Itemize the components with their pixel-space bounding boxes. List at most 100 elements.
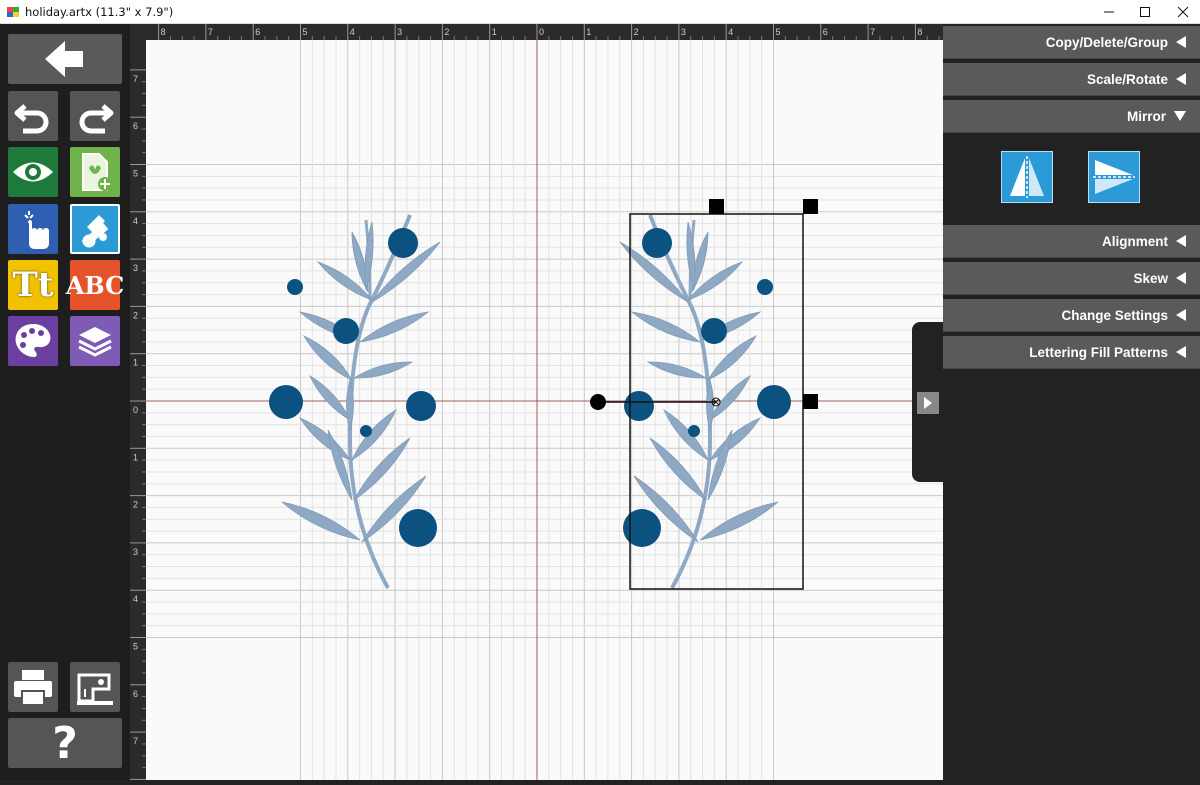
undo-button[interactable] xyxy=(8,91,58,141)
right-panel: Copy/Delete/Group Scale/Rotate Mirror Al… xyxy=(943,24,1200,780)
view-icon xyxy=(13,162,53,182)
ruler-top-label: 8 xyxy=(917,27,922,37)
section-skew[interactable]: Skew xyxy=(943,262,1200,295)
section-alignment[interactable]: Alignment xyxy=(943,225,1200,258)
section-label: Change Settings xyxy=(1061,307,1168,323)
section-copy-delete-group[interactable]: Copy/Delete/Group xyxy=(943,26,1200,59)
resize-handle-top-right[interactable] xyxy=(803,199,818,214)
berry xyxy=(623,509,661,547)
section-label: Skew xyxy=(1133,270,1168,286)
section-mirror[interactable]: Mirror xyxy=(943,100,1200,133)
ruler-left: 7654321012345678 xyxy=(130,24,146,785)
collapsed-arrow-icon xyxy=(1176,36,1186,48)
ruler-left-label: 3 xyxy=(133,547,138,557)
mirror-horizontal-icon xyxy=(1010,156,1044,198)
ruler-top-label: 7 xyxy=(208,27,213,37)
edit-tools-icon xyxy=(81,215,109,248)
ruler-top-label: 0 xyxy=(539,27,544,37)
new-design-icon xyxy=(82,153,112,191)
ruler-left-label: 2 xyxy=(133,310,138,320)
mirror-vertical-button[interactable] xyxy=(1088,151,1140,203)
berry xyxy=(624,391,654,421)
resize-handle-top[interactable] xyxy=(709,199,724,214)
section-label: Alignment xyxy=(1102,233,1168,249)
help-button[interactable]: ? xyxy=(8,717,122,769)
collapsed-arrow-icon xyxy=(1176,272,1186,284)
monogram-button[interactable]: ABC xyxy=(66,260,124,310)
design-canvas[interactable] xyxy=(146,40,943,780)
ruler-left-label: 7 xyxy=(133,736,138,746)
ruler-top-label: 3 xyxy=(681,27,686,37)
color-palette-button[interactable] xyxy=(8,316,58,366)
ruler-left-label: 1 xyxy=(133,452,138,462)
print-button[interactable] xyxy=(8,662,58,712)
berry xyxy=(360,425,372,437)
back-icon xyxy=(45,41,83,77)
print-icon xyxy=(14,670,52,706)
app-icon xyxy=(6,5,20,19)
view-button[interactable] xyxy=(8,147,58,197)
berry xyxy=(642,228,672,258)
ruler-top-ticks: 8 7 6 5 4 3 2 1 0 1 2 3 4 5 6 7 8 xyxy=(158,24,952,40)
select-icon xyxy=(24,211,49,249)
mirror-horizontal-button[interactable] xyxy=(1001,151,1053,203)
berry xyxy=(269,385,303,419)
berry xyxy=(287,279,303,295)
section-label: Scale/Rotate xyxy=(1086,71,1168,87)
text-button[interactable]: Tt xyxy=(8,260,58,310)
ruler-top-label: 2 xyxy=(444,27,449,37)
new-design-button[interactable] xyxy=(70,147,120,197)
ruler-left-label: 5 xyxy=(133,642,138,652)
help-icon: ? xyxy=(52,717,78,769)
expand-panel-button[interactable] xyxy=(917,392,939,414)
undo-icon xyxy=(14,104,49,134)
berry xyxy=(688,425,700,437)
title-bar: holiday.artx (11.3" x 7.9") xyxy=(0,0,1200,24)
layers-button[interactable] xyxy=(70,316,120,366)
left-toolbar: Tt ABC ? xyxy=(0,24,130,780)
berry xyxy=(757,279,773,295)
window-title: holiday.artx (11.3" x 7.9") xyxy=(25,5,174,19)
panel-collapse-tab xyxy=(912,322,943,482)
redo-button[interactable] xyxy=(70,91,120,141)
ruler-top-label: 1 xyxy=(492,27,497,37)
ruler-left-label: 3 xyxy=(133,263,138,273)
expanded-arrow-icon xyxy=(1174,111,1186,121)
ruler-top-label: 2 xyxy=(634,27,639,37)
edit-tools-button[interactable] xyxy=(70,204,120,254)
ruler-top-label: 1 xyxy=(586,27,591,37)
select-button[interactable] xyxy=(8,204,58,254)
back-button[interactable] xyxy=(8,34,122,84)
ruler-left-label: 1 xyxy=(133,358,138,368)
ruler-top-label: 5 xyxy=(303,27,308,37)
berry xyxy=(399,509,437,547)
ruler-left-ticks: 7654321012345678 xyxy=(130,69,146,785)
close-button[interactable] xyxy=(1160,0,1200,24)
sew-icon xyxy=(77,673,113,705)
section-label: Copy/Delete/Group xyxy=(1045,34,1168,50)
play-icon xyxy=(924,397,932,409)
ruler-left-label: 6 xyxy=(133,121,138,131)
canvas-grid xyxy=(146,40,943,780)
close-icon xyxy=(1177,6,1189,18)
section-scale-rotate[interactable]: Scale/Rotate xyxy=(943,63,1200,96)
maximize-icon xyxy=(1140,7,1150,17)
ruler-left-label: 0 xyxy=(133,405,138,415)
text-icon: Tt xyxy=(12,265,54,305)
ruler-top: 8 7 6 5 4 3 2 1 0 1 2 3 4 5 6 7 8 xyxy=(130,24,952,40)
rotate-handle[interactable] xyxy=(590,394,606,410)
layers-icon xyxy=(78,327,112,357)
ruler-left-label: 6 xyxy=(133,689,138,699)
color-palette-icon xyxy=(15,324,51,357)
section-lettering-fill-patterns[interactable]: Lettering Fill Patterns xyxy=(943,336,1200,369)
ruler-top-label: 8 xyxy=(161,27,166,37)
ruler-top-label: 4 xyxy=(350,27,355,37)
sew-button[interactable] xyxy=(70,662,120,712)
ruler-top-label: 6 xyxy=(823,27,828,37)
section-change-settings[interactable]: Change Settings xyxy=(943,299,1200,332)
ruler-top-label: 7 xyxy=(870,27,875,37)
ruler-top-label: 6 xyxy=(255,27,260,37)
resize-handle-right[interactable] xyxy=(803,394,818,409)
ruler-left-label: 4 xyxy=(133,594,138,604)
ruler-left-label: 2 xyxy=(133,500,138,510)
